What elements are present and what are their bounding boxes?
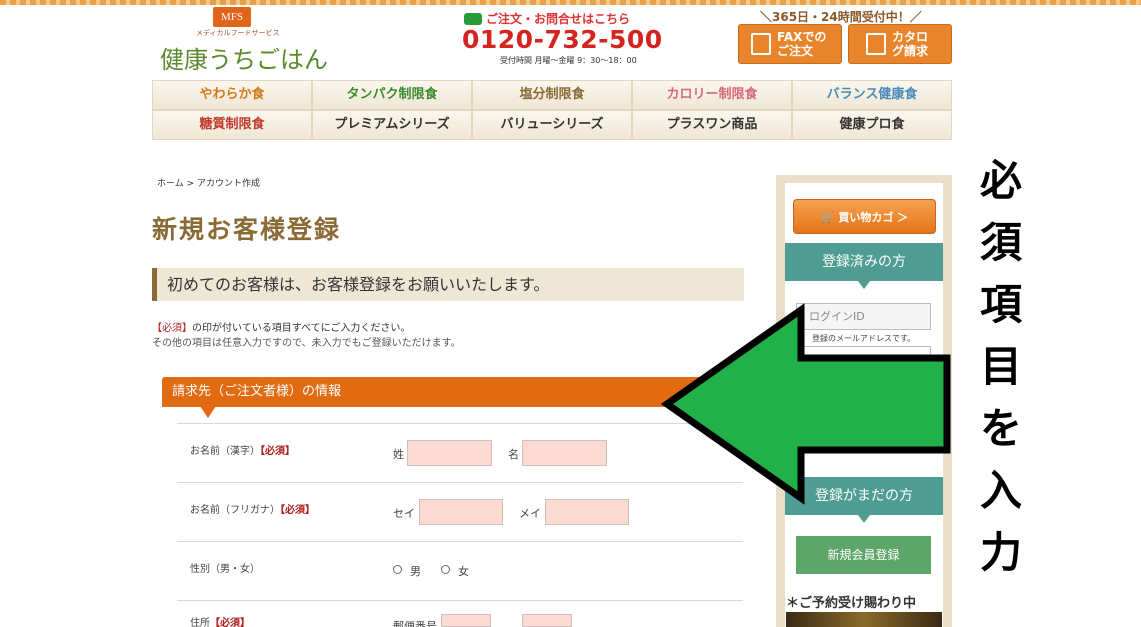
- green-arrow-icon: [660, 303, 951, 505]
- annotation-char: 項: [979, 280, 1022, 329]
- annotation-char: 入: [979, 466, 1022, 515]
- annotation-char: を: [979, 404, 1022, 453]
- annotation-char: 必: [979, 156, 1022, 205]
- annotation-char: 須: [979, 218, 1022, 267]
- annotation-text: 必須項目を入力: [975, 150, 1027, 584]
- annotation-arrow: [660, 303, 951, 505]
- annotation-char: 目: [979, 342, 1022, 391]
- annotation-char: 力: [979, 528, 1022, 577]
